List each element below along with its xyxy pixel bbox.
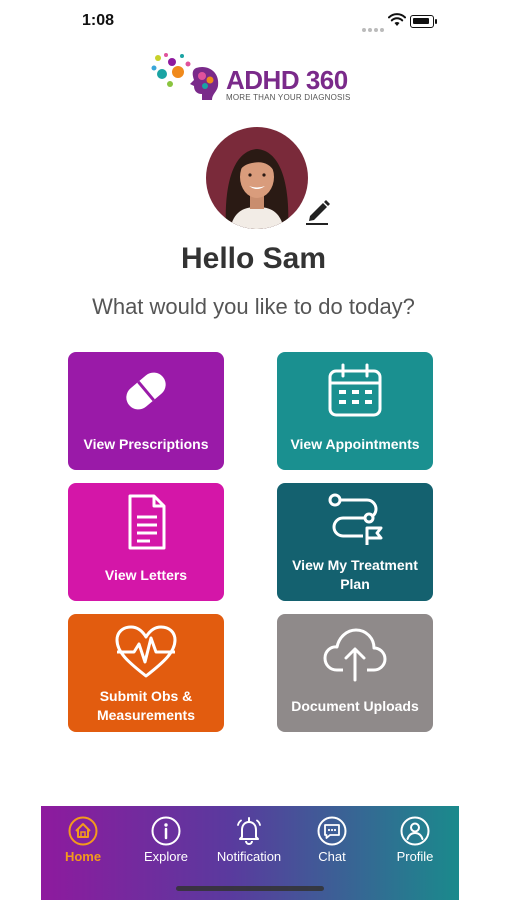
- view-prescriptions-button[interactable]: View Prescriptions: [68, 352, 224, 470]
- view-treatment-plan-button[interactable]: View My Treatment Plan: [277, 483, 433, 601]
- greeting-question: What would you like to do today?: [92, 294, 415, 319]
- avatar-photo: [206, 127, 308, 229]
- view-appointments-button[interactable]: View Appointments: [277, 352, 433, 470]
- submit-obs-button[interactable]: Submit Obs & Measurements: [68, 614, 224, 732]
- tile-label: View Appointments: [290, 436, 420, 452]
- edit-icon[interactable]: [304, 196, 332, 226]
- heart-pulse-icon: [115, 625, 177, 678]
- chat-icon: [317, 816, 347, 846]
- document-icon: [128, 494, 166, 550]
- profile-avatar[interactable]: [206, 127, 308, 229]
- signal-icon: [362, 19, 386, 37]
- nav-label: Profile: [396, 849, 434, 864]
- status-icons: [362, 12, 442, 32]
- info-icon: [151, 816, 181, 846]
- view-letters-button[interactable]: View Letters: [68, 483, 224, 601]
- bell-icon: [237, 817, 261, 846]
- nav-notification[interactable]: Notification: [207, 816, 291, 876]
- wifi-icon: [388, 13, 406, 26]
- logo-mark-icon: [151, 53, 219, 100]
- home-indicator[interactable]: [176, 886, 324, 891]
- nav-label: Chat: [318, 849, 346, 864]
- tile-label: View Prescriptions: [83, 436, 209, 452]
- nav-profile[interactable]: Profile: [373, 816, 457, 876]
- battery-icon: [410, 15, 434, 28]
- bottom-navigation: Home Explore Notification Chat Profile: [41, 806, 459, 900]
- nav-explore[interactable]: Explore: [124, 816, 208, 876]
- nav-label: Notification: [216, 849, 282, 864]
- tile-label: Submit Obs & Measurements: [96, 688, 196, 723]
- greeting-title: Hello Sam: [180, 242, 327, 275]
- app-logo: ADHD 360 MORE THAN YOUR DIAGNOSIS: [150, 50, 360, 110]
- logo-title: ADHD 360: [226, 65, 348, 95]
- tile-label: View Letters: [104, 567, 188, 583]
- nav-home[interactable]: Home: [41, 816, 125, 876]
- pill-icon: [126, 372, 166, 410]
- calendar-icon: [328, 363, 382, 417]
- cloud-upload-icon: [323, 628, 387, 682]
- home-icon: [68, 816, 98, 846]
- tile-label: View My Treatment Plan: [292, 557, 418, 592]
- nav-label: Home: [64, 849, 102, 864]
- logo-tagline: MORE THAN YOUR DIAGNOSIS: [226, 93, 351, 102]
- user-icon: [400, 816, 430, 846]
- nav-chat[interactable]: Chat: [290, 816, 374, 876]
- route-icon: [328, 493, 383, 545]
- tile-label: Document Uploads: [291, 698, 419, 714]
- document-uploads-button[interactable]: Document Uploads: [277, 614, 433, 732]
- status-bar: 1:08: [0, 0, 507, 44]
- nav-label: Explore: [143, 849, 189, 864]
- status-time: 1:08: [82, 12, 115, 29]
